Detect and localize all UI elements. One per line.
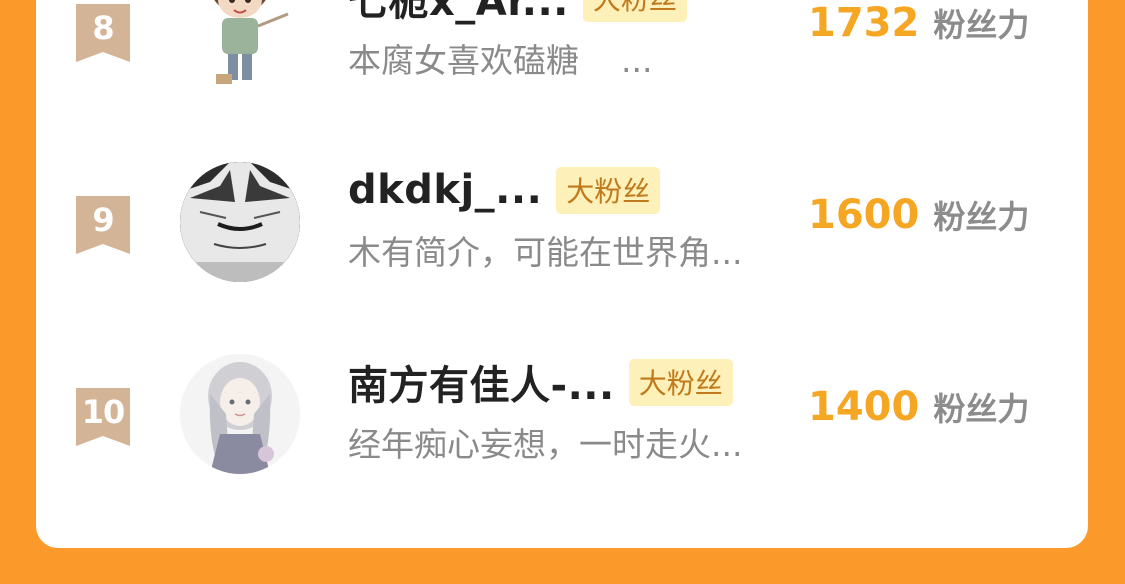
fan-power-value: 1400	[808, 384, 920, 430]
fan-power-value: 1732	[808, 0, 920, 46]
fan-level-tag: 大粉丝	[628, 358, 733, 406]
avatar-manga-face-icon	[180, 162, 300, 282]
fan-power-label: 粉丝力	[933, 390, 1030, 428]
rank-number: 8	[92, 9, 114, 47]
fan-power: 1400 粉丝力	[808, 384, 1029, 430]
ranking-row[interactable]: 10 南方有佳人-... 大粉丝 经年痴心妄想，一时走火... 1400 粉丝力	[36, 352, 1088, 482]
ranking-row[interactable]: 9 dkdkj_... 大粉丝 木有简介，可能在世界角... 1600 粉丝力	[36, 160, 1088, 290]
fan-power-label: 粉丝力	[933, 198, 1030, 236]
rank-number: 9	[92, 201, 114, 239]
avatar[interactable]	[180, 354, 300, 474]
rank-badge: 10	[76, 388, 130, 446]
avatar-cartoon-boy-icon	[180, 0, 300, 90]
fan-level-tag: 大粉丝	[582, 0, 687, 22]
user-name[interactable]: 南方有佳人-...	[348, 353, 615, 411]
user-bio: 经年痴心妄想，一时走火...	[348, 425, 743, 464]
rank-badge: 8	[76, 4, 130, 62]
avatar[interactable]	[180, 162, 300, 282]
fan-level-tag: 大粉丝	[556, 166, 661, 214]
user-bio: 本腐女喜欢磕糖 ...	[348, 41, 653, 80]
avatar-girl-illustration-icon	[180, 354, 300, 474]
fan-power-value: 1600	[808, 192, 920, 238]
fan-power: 1600 粉丝力	[808, 192, 1029, 238]
fan-ranking-card: 8 七栀x_Ar... 大粉丝 本腐女喜欢磕糖 ... 1732	[36, 0, 1088, 548]
user-name[interactable]: 七栀x_Ar...	[348, 0, 569, 27]
user-name[interactable]: dkdkj_...	[348, 167, 542, 213]
fan-power: 1732 粉丝力	[808, 0, 1029, 46]
user-bio: 木有简介，可能在世界角...	[348, 233, 743, 272]
rank-badge: 9	[76, 196, 130, 254]
ranking-row[interactable]: 8 七栀x_Ar... 大粉丝 本腐女喜欢磕糖 ... 1732	[36, 0, 1088, 98]
fan-power-label: 粉丝力	[933, 6, 1030, 44]
rank-number: 10	[81, 393, 126, 431]
avatar[interactable]	[180, 0, 300, 90]
